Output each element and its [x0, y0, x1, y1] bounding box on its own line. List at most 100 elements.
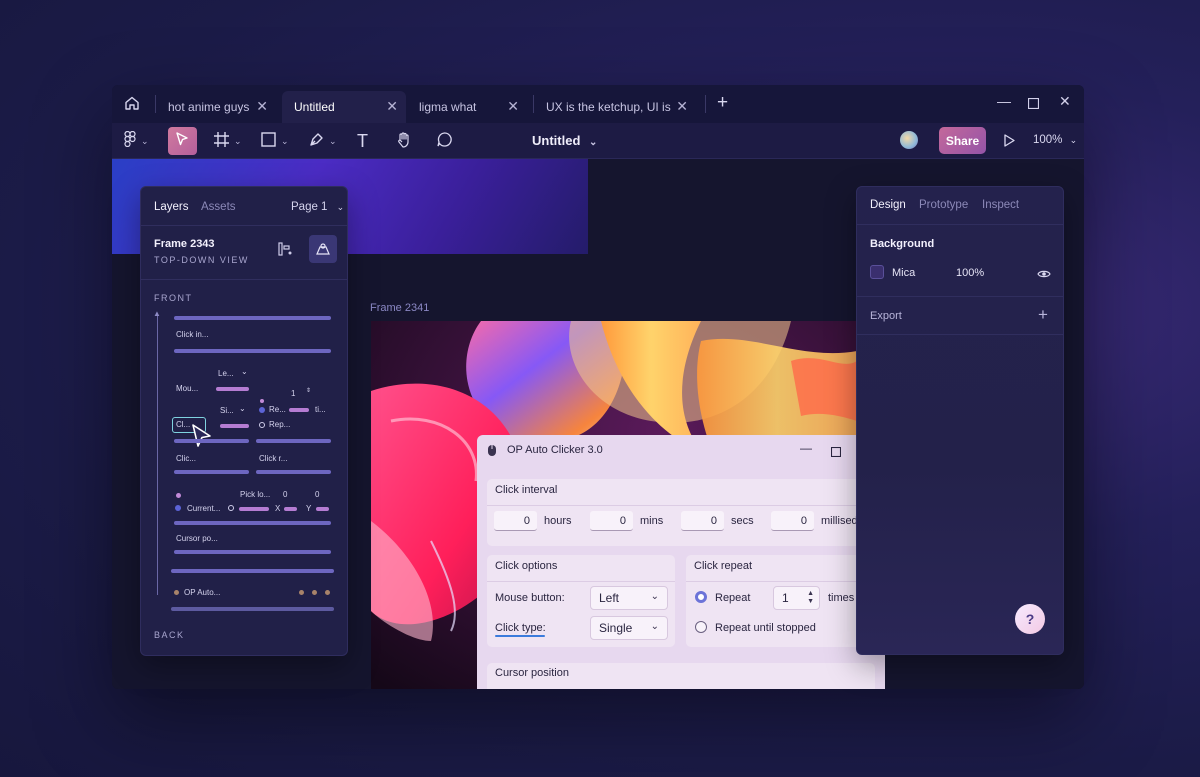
tab-layers[interactable]: Layers [154, 201, 189, 213]
document-title[interactable]: Untitled ⌄ [532, 133, 597, 148]
repeat-until-stopped-radio[interactable] [695, 621, 707, 633]
layer-current[interactable]: Current... [187, 504, 220, 513]
tab-ux-ketchup[interactable]: UX is the ketchup, UI is the ✕ [534, 91, 696, 123]
tab-design[interactable]: Design [870, 199, 906, 211]
layer-bar[interactable] [284, 507, 297, 511]
layer-click-options[interactable]: Cl... [176, 420, 190, 429]
fill-color-swatch[interactable] [870, 265, 884, 279]
text-tool-button[interactable]: T [357, 127, 368, 155]
layout-icon[interactable] [277, 241, 293, 262]
layer-bar[interactable] [289, 408, 309, 412]
fill-opacity[interactable]: 100% [956, 267, 984, 279]
add-export-icon[interactable]: + [1038, 305, 1048, 325]
layer-dot [174, 590, 179, 595]
layer-pick-location[interactable]: Pick lo... [240, 490, 270, 499]
eye-icon[interactable] [1037, 266, 1051, 284]
layer-bar[interactable] [256, 470, 331, 474]
cursor-position-group: Cursor position [487, 663, 875, 689]
click-type-select[interactable]: Single ⌄ [590, 616, 668, 640]
layer-bar[interactable] [174, 439, 249, 443]
layer-cursor-position[interactable]: Cursor po... [176, 534, 218, 543]
tab-untitled[interactable]: Untitled ✕ [282, 91, 406, 123]
tab-ligma-what[interactable]: ligma what ✕ [407, 91, 527, 123]
layer-mouse[interactable]: Mou... [176, 384, 198, 393]
back-label: BACK [154, 630, 185, 640]
layer-bar[interactable] [171, 607, 334, 611]
tab-assets[interactable]: Assets [201, 201, 236, 213]
main-menu-button[interactable]: ⌄ [124, 127, 149, 155]
layer-click-interval[interactable]: Click in... [176, 330, 208, 339]
stepper-icon[interactable]: ▲ ▼ [807, 590, 814, 606]
home-icon[interactable] [124, 95, 140, 116]
frame-tool-button[interactable]: ⌄ [214, 127, 242, 155]
page-selector[interactable]: Page 1 ⌄ [291, 201, 344, 213]
tab-hot-anime-guys[interactable]: hot anime guys ✕ [156, 91, 276, 123]
secs-input[interactable]: 0 [681, 511, 724, 531]
layer-bar[interactable] [256, 439, 331, 443]
maximize-icon[interactable] [1027, 96, 1040, 112]
layer-repeat-until[interactable]: Rep... [269, 420, 290, 429]
layer-times[interactable]: ti... [315, 405, 326, 414]
layer-left[interactable]: Le... [218, 369, 234, 378]
layer-bar[interactable] [174, 349, 331, 353]
layer-click-options-2[interactable]: Clic... [176, 454, 196, 463]
avatar[interactable] [900, 131, 918, 149]
zoom-dropdown[interactable]: 100% ⌄ [1033, 134, 1077, 146]
play-icon[interactable] [1004, 134, 1015, 152]
frame-label[interactable]: Frame 2341 [370, 302, 429, 314]
help-button[interactable]: ? [1015, 604, 1045, 634]
repeat-count-stepper[interactable]: 1 ▲ ▼ [773, 586, 820, 610]
layer-click-repeat[interactable]: Click r... [259, 454, 287, 463]
layer-bar[interactable] [174, 470, 249, 474]
layer-op-auto[interactable]: OP Auto... [184, 588, 220, 597]
minimize-icon[interactable]: — [997, 93, 1011, 109]
layer-bar[interactable] [174, 550, 331, 554]
layer-bar[interactable] [316, 507, 329, 511]
chevron-down-icon: ⌄ [336, 202, 345, 212]
layer-bar[interactable] [220, 424, 249, 428]
new-tab-icon[interactable]: + [717, 93, 728, 112]
layer-y-label: Y [306, 504, 312, 513]
pen-tool-button[interactable]: ⌄ [309, 127, 337, 155]
auto-clicker-title: OP Auto Clicker 3.0 [507, 444, 603, 456]
layer-bar[interactable] [174, 316, 331, 320]
repeat-radio[interactable] [695, 591, 707, 603]
fill-name[interactable]: Mica [892, 267, 915, 279]
comment-tool-button[interactable] [436, 127, 453, 155]
milliseconds-input[interactable]: 0 [771, 511, 814, 531]
layer-bar[interactable] [239, 507, 269, 511]
layer-x-value[interactable]: 0 [283, 490, 287, 499]
layer-y-value[interactable]: 0 [315, 490, 319, 499]
minimize-icon[interactable]: — [800, 441, 812, 455]
hours-input[interactable]: 0 [494, 511, 537, 531]
divider [487, 505, 885, 506]
hand-icon [396, 131, 413, 152]
layer-repeat[interactable]: Re... [269, 405, 286, 414]
layer-repeat-value[interactable]: 1 [291, 389, 295, 398]
layer-bar[interactable] [174, 521, 331, 525]
layer-single[interactable]: Si... [220, 406, 234, 415]
close-window-icon[interactable]: ✕ [1059, 93, 1071, 110]
move-tool-button[interactable] [168, 127, 197, 155]
frame-name: Frame 2343 [154, 238, 215, 250]
arrow-up-icon: ▲ [153, 309, 161, 318]
comment-icon [436, 131, 453, 152]
tab-label: UX is the ketchup, UI is the [546, 100, 674, 114]
close-icon[interactable]: ✕ [676, 98, 688, 115]
top-down-view-icon[interactable] [309, 235, 337, 263]
layer-bar[interactable] [171, 569, 334, 573]
shape-tool-button[interactable]: ⌄ [261, 127, 289, 155]
close-icon[interactable]: ✕ [507, 98, 519, 115]
tab-prototype[interactable]: Prototype [919, 199, 968, 211]
tab-inspect[interactable]: Inspect [982, 199, 1019, 211]
mouse-button-select[interactable]: Left ⌄ [590, 586, 668, 610]
close-icon[interactable]: ✕ [256, 98, 268, 115]
help-icon: ? [1025, 611, 1035, 627]
layer-bar[interactable] [216, 387, 249, 391]
hand-tool-button[interactable] [396, 127, 413, 155]
maximize-icon[interactable] [830, 444, 842, 462]
close-icon[interactable]: ✕ [386, 98, 398, 115]
mins-input[interactable]: 0 [590, 511, 633, 531]
share-button[interactable]: Share [939, 127, 986, 154]
design-panel: Design Prototype Inspect Background Mica… [856, 186, 1064, 655]
